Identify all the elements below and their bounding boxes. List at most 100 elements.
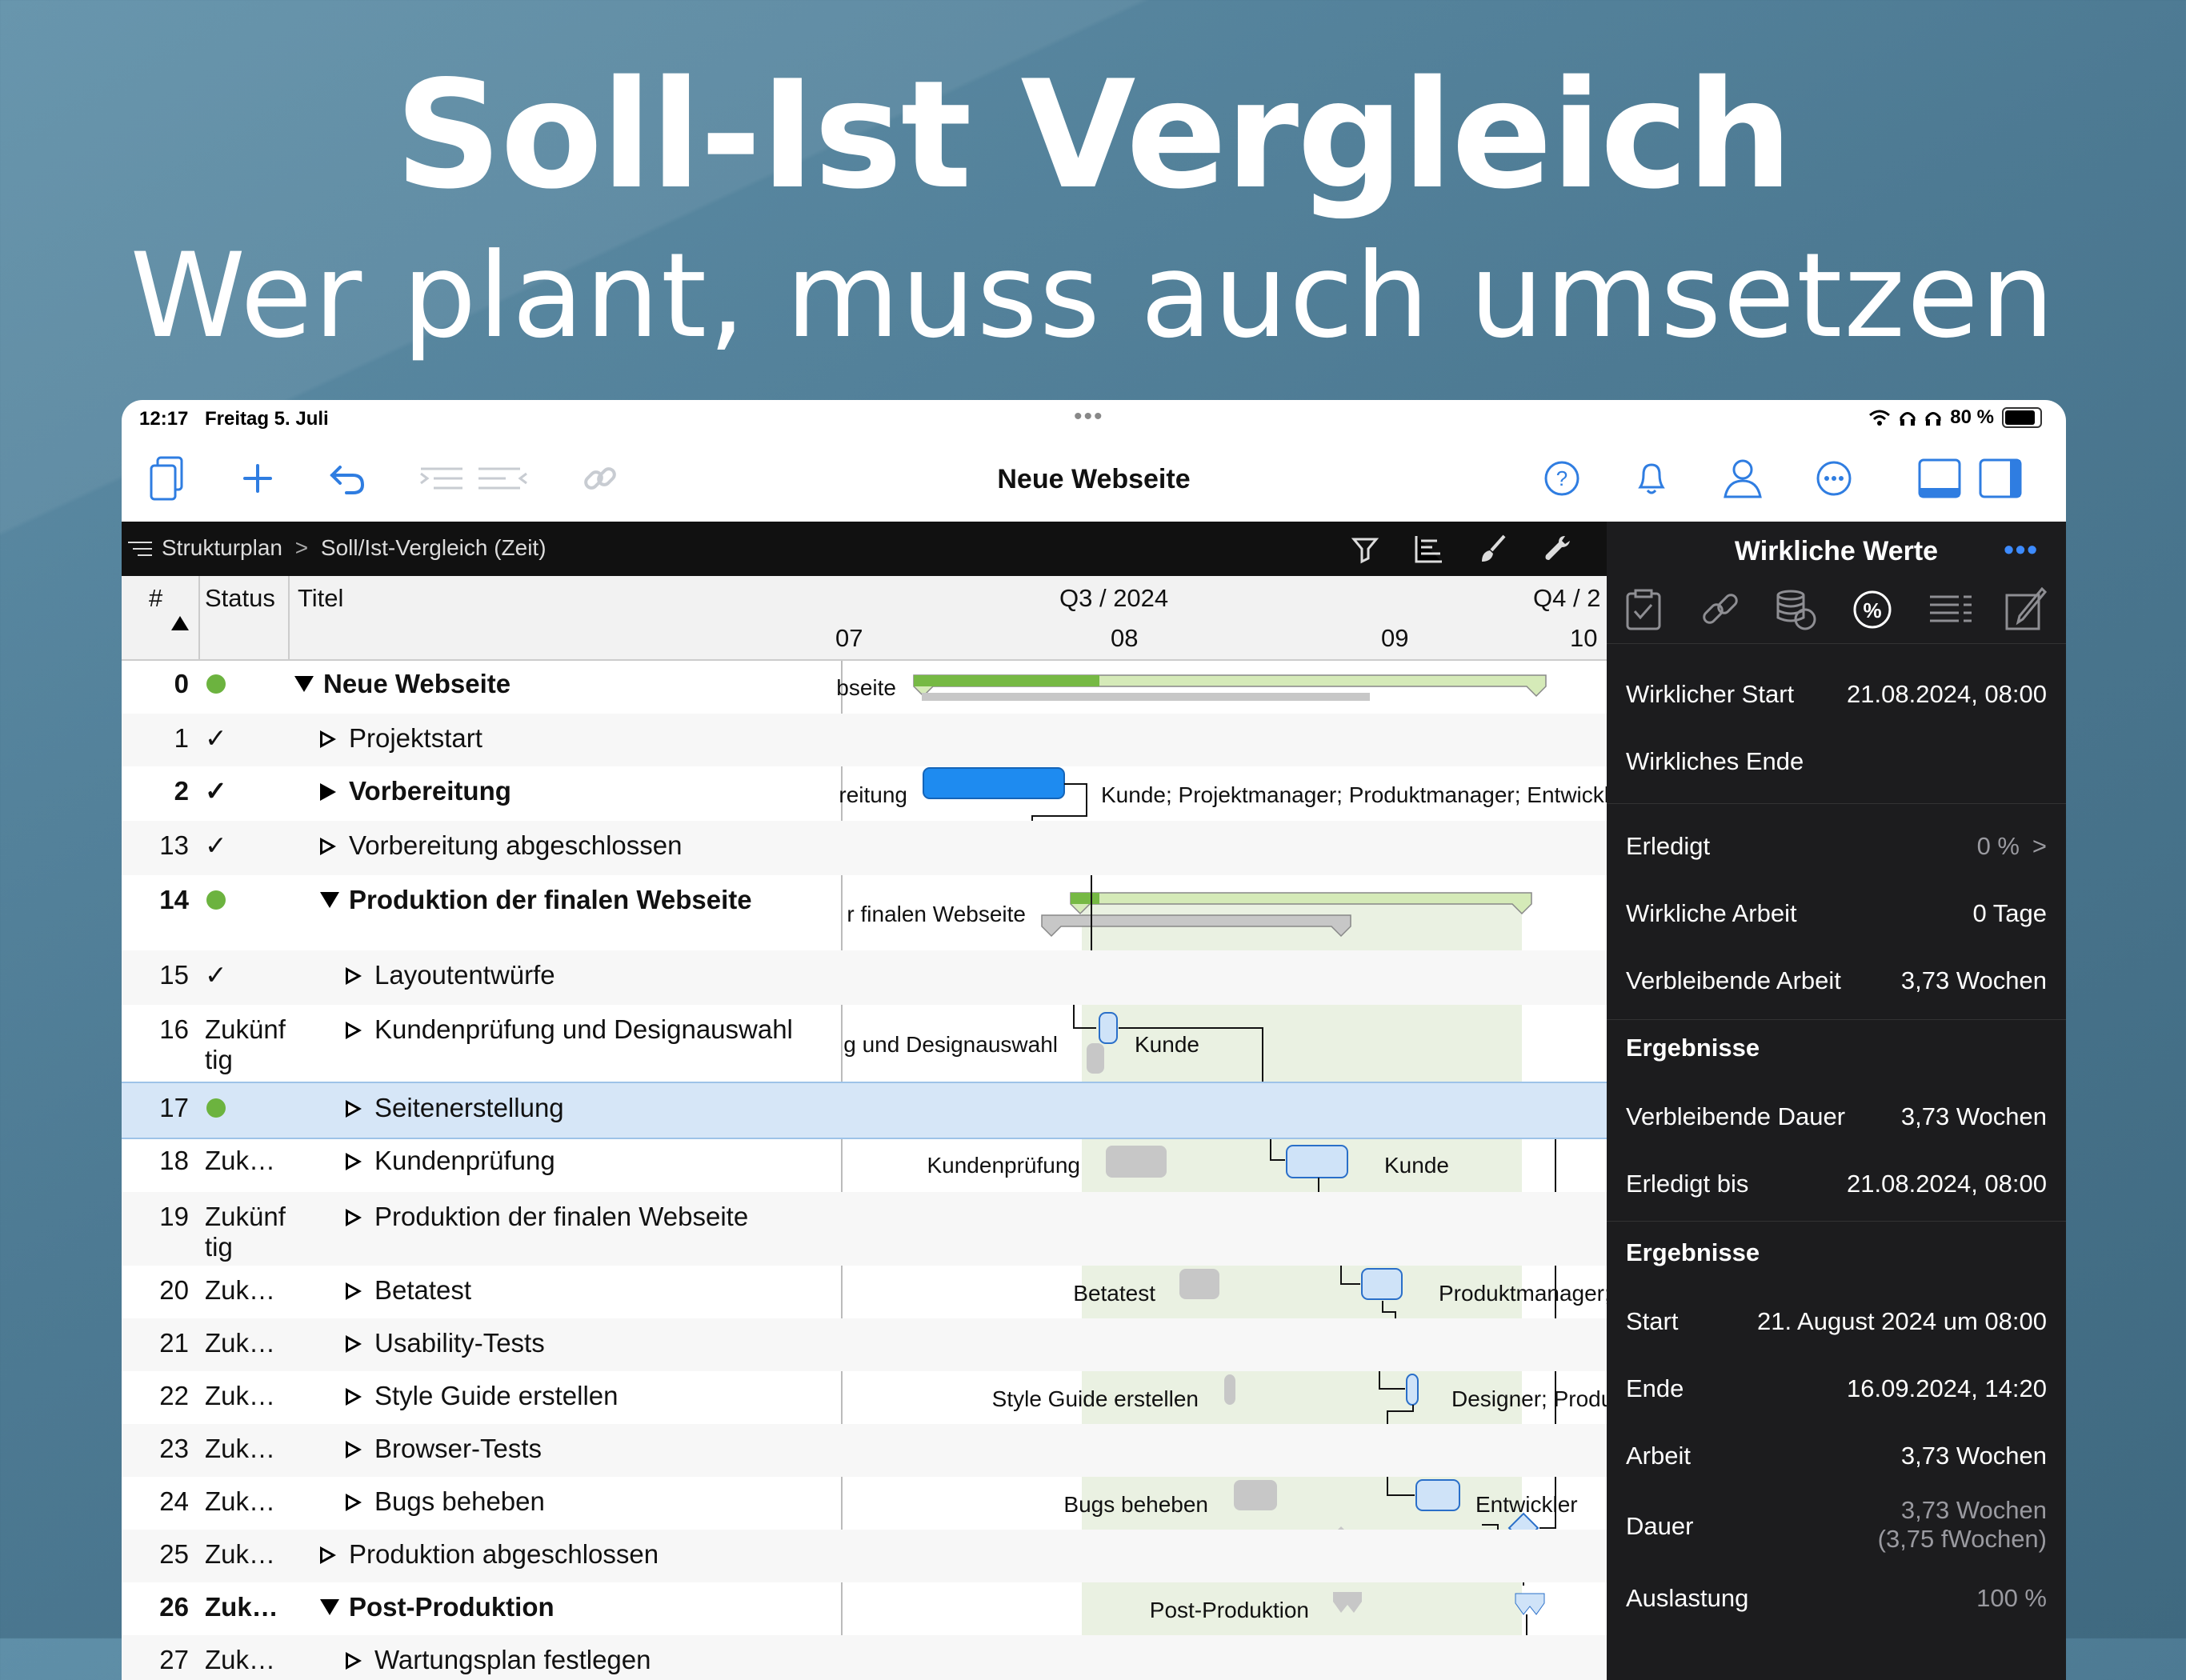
inspector-more-button[interactable]: ••• (2004, 533, 2039, 566)
filter-icon[interactable] (1349, 533, 1381, 565)
expand-triangle-icon[interactable] (320, 838, 336, 855)
row-number: 0 (174, 669, 189, 698)
row-title[interactable]: Wartungsplan festlegen (374, 1645, 826, 1675)
sort-ascending-icon[interactable] (171, 616, 189, 630)
expand-triangle-icon[interactable] (346, 1652, 362, 1670)
multitask-dots[interactable]: ••• (1074, 403, 1104, 430)
hero-title: Soll-Ist Vergleich (394, 48, 1792, 222)
row-status: Zuk… (205, 1328, 276, 1358)
table-row[interactable]: 2 ✓ Vorbereitung (122, 766, 1607, 821)
timeline-month-10: 10 (1570, 624, 1598, 652)
row-title[interactable]: Kundenprüfung (374, 1146, 826, 1176)
table-row[interactable]: 23 Zuk… Browser-Tests (122, 1424, 1607, 1477)
table-row[interactable]: 18 Zuk… Kundenprüfung (122, 1136, 1607, 1192)
row-number: 20 (159, 1275, 189, 1305)
expand-triangle-icon[interactable] (346, 1441, 362, 1458)
inspector-value: 21.08.2024, 08:00 (1847, 680, 2047, 708)
table-row[interactable]: 27 Zuk… Wartungsplan festlegen (122, 1635, 1607, 1680)
row-title[interactable]: Browser-Tests (374, 1434, 826, 1464)
timeline-quarter-q4: Q4 / 2 (1533, 584, 1601, 612)
row-title[interactable]: Produktion der finalen Webseite (374, 1202, 826, 1232)
collapse-triangle-icon[interactable] (294, 676, 314, 692)
collapse-triangle-icon[interactable] (320, 783, 336, 801)
row-title[interactable]: Post-Produktion (349, 1592, 826, 1622)
table-row[interactable]: 13 ✓ Vorbereitung abgeschlossen (122, 821, 1607, 875)
table-row[interactable]: 25 Zuk… Produktion abgeschlossen (122, 1530, 1607, 1582)
svg-text:?: ? (1556, 466, 1567, 490)
row-title[interactable]: Layoutentwürfe (374, 960, 826, 990)
divider (1607, 1019, 2066, 1020)
breadcrumb-structure[interactable]: Strukturplan (162, 535, 282, 560)
row-title[interactable]: Kundenprüfung und Designauswahl (374, 1014, 826, 1045)
expand-triangle-icon[interactable] (346, 967, 362, 985)
panel-right-icon[interactable] (1975, 453, 2026, 504)
expand-triangle-icon[interactable] (320, 1546, 336, 1564)
person-icon[interactable] (1717, 453, 1768, 504)
inspector-title: Wirkliche Werte (1734, 536, 1939, 566)
table-row[interactable]: 19 Zukünftig Produktion der finalen Websei… (122, 1192, 1607, 1266)
timeline-month-09: 09 (1381, 624, 1409, 652)
col-title[interactable]: Titel (298, 584, 343, 613)
row-status: Zuk… (205, 1381, 276, 1410)
table-row[interactable]: 24 Zuk… Bugs beheben (122, 1477, 1607, 1530)
row-title[interactable]: Produktion der finalen Webseite (349, 885, 826, 915)
breadcrumb-view[interactable]: Soll/Ist-Vergleich (Zeit) (321, 535, 546, 560)
inspector-value: 100 % (1976, 1584, 2047, 1612)
row-status: ✓ (205, 830, 227, 860)
expand-triangle-icon[interactable] (320, 730, 336, 748)
coins-icon[interactable] (1772, 587, 1820, 632)
help-icon[interactable]: ? (1536, 453, 1587, 504)
row-title[interactable]: Style Guide erstellen (374, 1381, 826, 1411)
row-title[interactable]: Usability-Tests (374, 1328, 826, 1358)
table-row[interactable]: 22 Zuk… Style Guide erstellen (122, 1371, 1607, 1424)
table-row[interactable]: 21 Zuk… Usability-Tests (122, 1318, 1607, 1371)
link-tab-icon[interactable] (1696, 587, 1744, 632)
chevron-right-icon[interactable]: > (2032, 832, 2047, 861)
breadcrumb: Strukturplan > Soll/Ist-Vergleich (Zeit) (162, 535, 546, 561)
row-title[interactable]: Seitenerstellung (374, 1093, 826, 1123)
expand-triangle-icon[interactable] (346, 1388, 362, 1406)
expand-triangle-icon[interactable] (346, 1494, 362, 1511)
collapse-triangle-icon[interactable] (320, 892, 339, 908)
brush-icon[interactable] (1477, 533, 1509, 565)
expand-triangle-icon[interactable] (346, 1209, 362, 1226)
table-row[interactable]: 17 Seitenerstellung (122, 1082, 1607, 1139)
col-number[interactable]: # (149, 584, 162, 613)
table-row[interactable]: 0 Neue Webseite (122, 659, 1607, 714)
table-row[interactable]: 16 Zukünftig Kundenprüfung und Designauswa… (122, 1005, 1607, 1082)
table-row[interactable]: 15 ✓ Layoutentwürfe (122, 950, 1607, 1005)
expand-triangle-icon[interactable] (346, 1022, 362, 1039)
inspector-value: 3,73 Wochen (1900, 1442, 2047, 1470)
table-row[interactable]: 1 ✓ Projektstart (122, 714, 1607, 766)
percent-gauge-icon[interactable]: % (1850, 587, 1895, 632)
expand-triangle-icon[interactable] (346, 1153, 362, 1170)
clipboard-check-icon[interactable] (1623, 587, 1664, 632)
row-number: 25 (159, 1539, 189, 1569)
row-title[interactable]: Vorbereitung (349, 776, 826, 806)
expand-triangle-icon[interactable] (346, 1100, 362, 1118)
row-title[interactable]: Bugs beheben (374, 1486, 826, 1517)
expand-triangle-icon[interactable] (346, 1282, 362, 1300)
more-icon[interactable] (1808, 453, 1860, 504)
row-title[interactable]: Neue Webseite (323, 669, 826, 699)
row-title[interactable]: Produktion abgeschlossen (349, 1539, 826, 1570)
table-row[interactable]: 14 Produktion der finalen Webseite (122, 875, 1607, 950)
pencil-icon[interactable] (2004, 587, 2052, 632)
panel-bottom-icon[interactable] (1914, 453, 1965, 504)
table-row[interactable]: 26 Zuk… Post-Produktion (122, 1582, 1607, 1635)
bell-icon[interactable] (1626, 453, 1677, 504)
gantt-layout-icon[interactable] (1413, 533, 1445, 565)
wifi-icon (1869, 410, 1891, 426)
list-icon[interactable] (1927, 587, 1975, 632)
expand-triangle-icon[interactable] (346, 1335, 362, 1353)
row-status: Zuk… (205, 1486, 276, 1516)
col-status[interactable]: Status (205, 584, 275, 613)
divider (1607, 1221, 2066, 1222)
collapse-triangle-icon[interactable] (320, 1599, 339, 1615)
row-title[interactable]: Projektstart (349, 723, 826, 754)
wrench-icon[interactable] (1541, 533, 1573, 565)
table-row[interactable]: 20 Zuk… Betatest (122, 1266, 1607, 1318)
row-title[interactable]: Betatest (374, 1275, 826, 1306)
inspector-label: Verbleibende Arbeit (1626, 966, 1841, 994)
row-title[interactable]: Vorbereitung abgeschlossen (349, 830, 826, 861)
